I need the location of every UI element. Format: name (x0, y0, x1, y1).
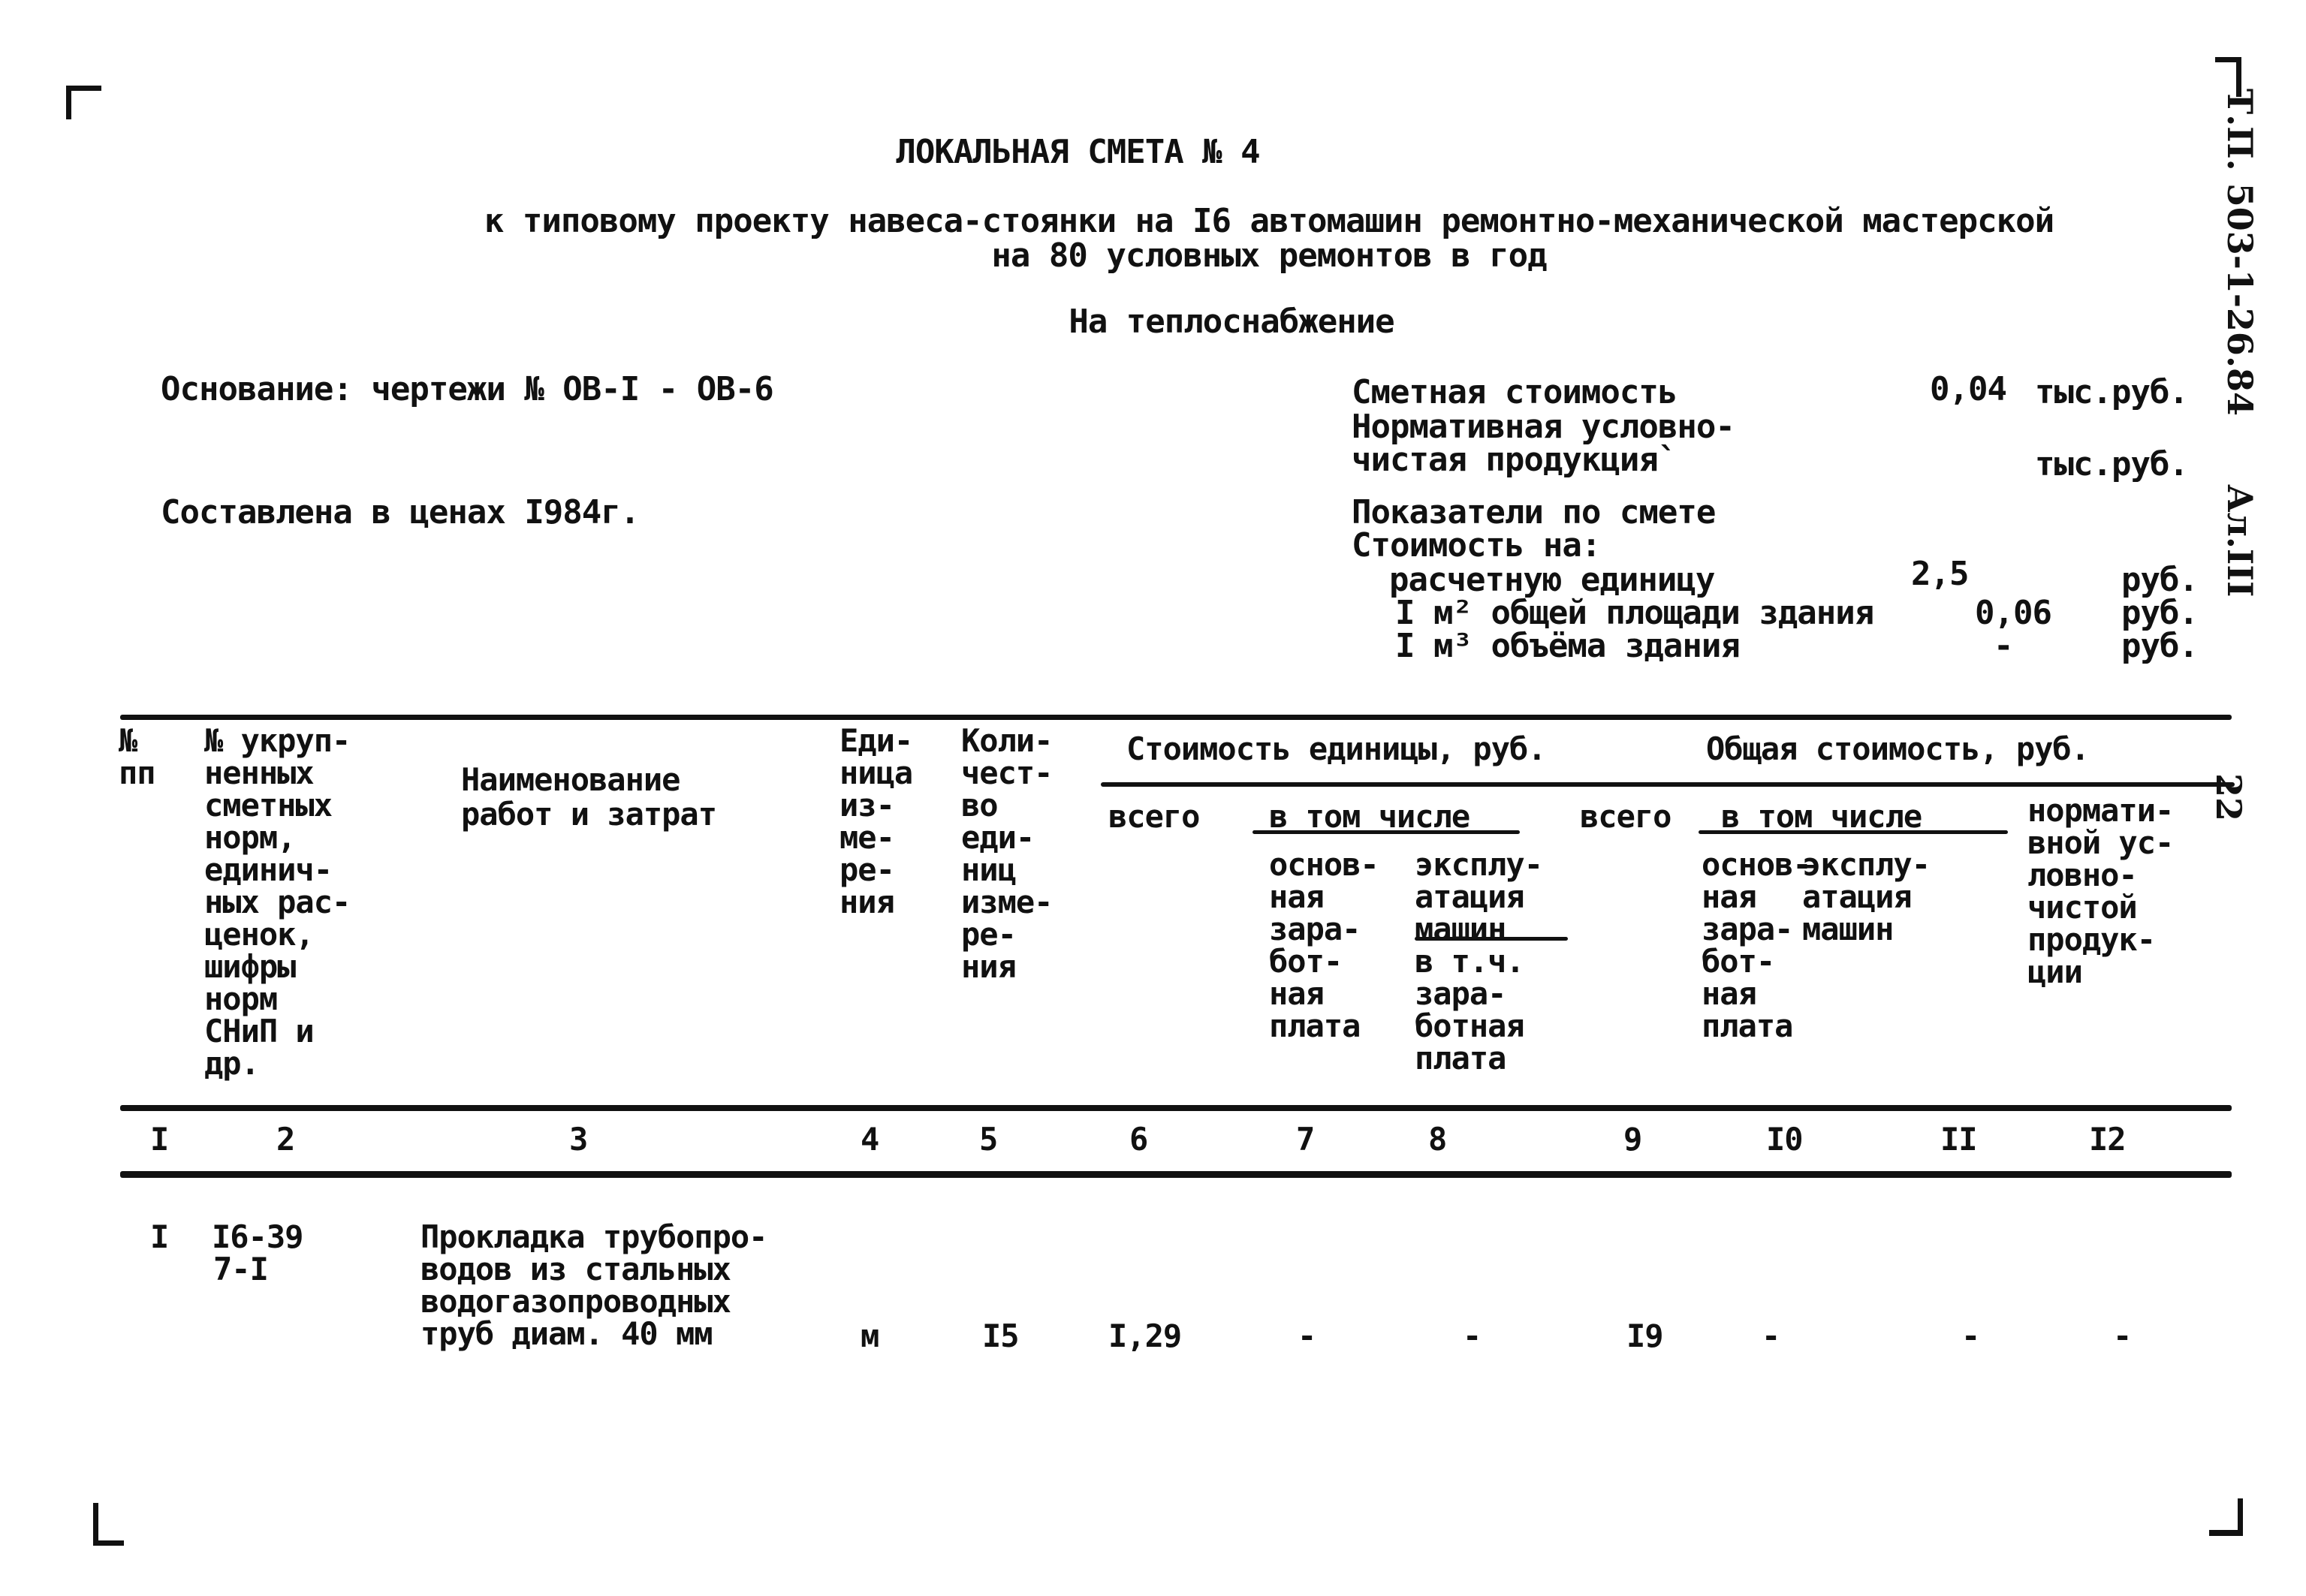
indicator-label: I м² общей площади здания (1395, 594, 1874, 632)
normative-unit: тыс.руб. (2035, 445, 2189, 483)
column-number: 5 (979, 1121, 998, 1158)
header-total-cost-group: Общая стоимость, руб. (1706, 730, 2090, 767)
header-col-10: основ- ная зара- бот- ная плата (1702, 846, 1812, 1044)
indicator-label: расчетную единицу (1389, 561, 1715, 599)
indicator-unit: руб. (2121, 627, 2199, 665)
column-number: II (1940, 1121, 1978, 1158)
corner-mark-top-left (66, 86, 101, 119)
header-total-incl: в том числе (1721, 798, 1922, 835)
row-unit-machines: - (1463, 1317, 1482, 1354)
normative-label-2: чистая продукция` (1352, 441, 1678, 479)
row-total-machines: - (1961, 1317, 1980, 1354)
row-number: I (150, 1218, 169, 1255)
column-number: 2 (276, 1121, 295, 1158)
document-subtitle-1: к типовому проекту навеса-стоянки на I6 … (484, 202, 2054, 240)
row-unit: м (861, 1317, 879, 1354)
document-section: На теплоснабжение (1069, 303, 1394, 341)
row-unit-total: I,29 (1108, 1317, 1182, 1354)
column-number: I (150, 1121, 169, 1158)
corner-mark-bottom-right (2209, 1498, 2243, 1536)
normative-label-1: Нормативная условно- (1352, 408, 1735, 446)
indicator-unit: руб. (2121, 594, 2199, 632)
indicator-unit: руб. (2121, 561, 2199, 599)
row-total-wage: - (1762, 1317, 1780, 1354)
estimate-cost-label: Сметная стоимость (1352, 373, 1678, 411)
header-col-1: № пп (119, 722, 156, 791)
row-normative-product: - (2113, 1317, 2132, 1354)
row-name: Прокладка трубопро- водов из стальных во… (421, 1218, 767, 1352)
column-number: 3 (569, 1121, 588, 1158)
header-col-5: Коли- чест- во еди- ниц изме- ре- ния (961, 722, 1053, 985)
column-number: 4 (861, 1121, 879, 1158)
page-number: 22 (2208, 773, 2249, 822)
row-total: I9 (1626, 1317, 1664, 1354)
indicator-value: 0,06 (1975, 594, 2052, 632)
cost-on-label: Стоимость на: (1352, 526, 1601, 565)
estimate-cost-unit: тыс.руб. (2035, 373, 2189, 411)
header-unit-cost-group: Стоимость единицы, руб. (1126, 730, 1547, 767)
header-col-8: эксплу- атация машин в т.ч. зара- ботная… (1415, 846, 1543, 1077)
row-unit-wage: - (1298, 1317, 1316, 1354)
header-col-7: основ- ная зара- бот- ная плата (1269, 846, 1379, 1044)
column-number: 7 (1296, 1121, 1315, 1158)
header-col-2: № укруп- ненных сметных норм, единич- ны… (204, 722, 351, 1082)
column-numbers-rule (120, 1171, 2232, 1178)
indicator-value: 2,5 (1911, 555, 1969, 593)
indicator-label: I м³ объёма здания (1395, 627, 1741, 665)
corner-mark-bottom-left (93, 1503, 124, 1546)
header-col-4: Еди- ница из- ме- ре- ния (840, 722, 913, 920)
estimate-cost-value: 0,04 (1930, 370, 2007, 408)
basis-drawings: Основание: чертежи № ОВ-I - ОВ-6 (161, 370, 774, 408)
cost-group-rule (1101, 782, 2235, 787)
header-bottom-rule (120, 1105, 2232, 1111)
column-number: 9 (1623, 1121, 1642, 1158)
header-unit-incl: в том числе (1269, 798, 1470, 835)
column-number: 6 (1129, 1121, 1148, 1158)
side-album: Ал.III (2220, 484, 2260, 598)
header-col-12: нормати- вной ус- ловно- чистой продук- … (2027, 792, 2174, 990)
header-col-11: эксплу- атация машин (1802, 846, 1931, 947)
header-col-9: всего (1580, 798, 1671, 835)
row-code: I6-39 7-I (212, 1218, 303, 1287)
header-col-6: всего (1108, 798, 1200, 835)
basis-prices: Составлена в ценах I984г. (161, 493, 640, 531)
header-col-3: Наименование работ и затрат (461, 761, 717, 833)
row-quantity: I5 (982, 1317, 1020, 1354)
column-number: I0 (1766, 1121, 1804, 1158)
indicator-value: - (1994, 627, 2013, 665)
column-number: I2 (2089, 1121, 2127, 1158)
document-subtitle-2: на 80 условных ремонтов в год (991, 236, 1547, 275)
column-number: 8 (1428, 1121, 1447, 1158)
indicators-label: Показатели по смете (1352, 493, 1716, 531)
table-top-rule (120, 715, 2232, 720)
document-title: ЛОКАЛЬНАЯ СМЕТА № 4 (896, 133, 1260, 171)
